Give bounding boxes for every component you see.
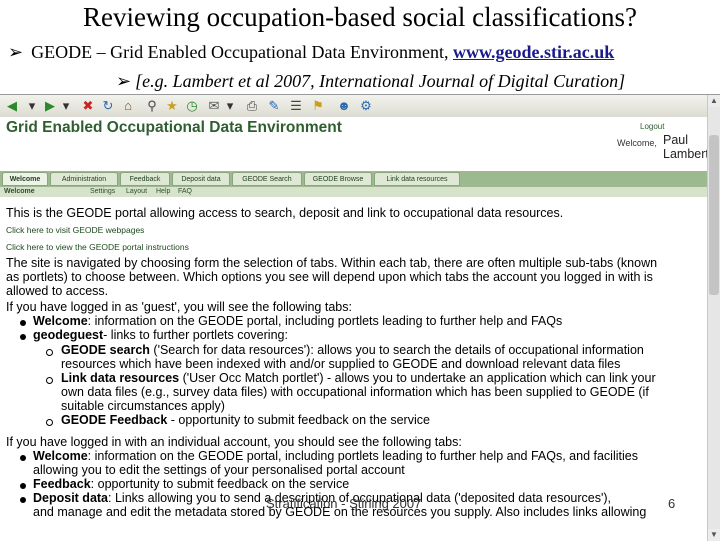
vertical-scrollbar[interactable]: ▲ ▼ [707,95,720,541]
nav-text-line3: allowed to access. [6,284,109,298]
logout-link[interactable]: Logout [640,122,664,131]
nav-text-line2: as portlets) to choose between. Which op… [6,270,653,284]
subitem-geode-feedback: GEODE Feedback - opportunity to submit f… [61,413,430,427]
bullet-icon [20,455,26,461]
tab-geode-search[interactable]: GEODE Search [232,172,302,186]
research-icon[interactable]: ⚑ [310,98,326,114]
messenger-icon[interactable]: ☻ [336,98,352,114]
item-desc: ('Search for data resources'): allows yo… [149,343,644,357]
stop-icon[interactable]: ✖ [80,98,96,114]
subitem-geode-search: GEODE search ('Search for data resources… [61,343,644,357]
item-desc: : information on the GEODE portal, inclu… [87,314,563,328]
welcome-user: Welcome, Paul Lambert [617,133,717,161]
favorites-icon[interactable]: ★ [164,98,180,114]
scroll-down-icon[interactable]: ▼ [708,529,720,541]
individual-intro: If you have logged in with an individual… [6,435,462,449]
item-desc: - links to further portlets covering: [103,328,288,342]
tools-icon[interactable]: ⚙ [358,98,374,114]
bullet-geode: ➢ GEODE – Grid Enabled Occupational Data … [8,42,614,63]
sub-bullet-icon [46,419,53,426]
discuss-icon[interactable]: ☰ [288,98,304,114]
edit-icon[interactable]: ✎ [266,98,282,114]
scroll-thumb[interactable] [709,135,719,295]
subitem-geode-search-cont: resources which have been indexed with a… [61,357,621,371]
tab-link-data-resources[interactable]: Link data resources [374,172,460,186]
dropdown-icon[interactable]: ▾ [24,98,40,114]
refresh-icon[interactable]: ↻ [100,98,116,114]
portal-title: Grid Enabled Occupational Data Environme… [6,119,342,136]
subitem-link-data-cont2: suitable circumstances apply) [61,399,225,413]
bullet-icon [20,320,26,326]
portal-tabs: Welcome Administration Feedback Deposit … [0,171,708,187]
guest-intro: If you have logged in as 'guest', you wi… [6,300,352,314]
bullet-icon [20,497,26,503]
bullet-text: GEODE – Grid Enabled Occupational Data E… [31,42,449,62]
print-icon[interactable]: ⎙ [244,98,260,114]
geode-website-link[interactable]: www.geode.stir.ac.uk [453,42,614,62]
item-label: Deposit data [33,491,109,505]
indiv-welcome-item: Welcome: information on the GEODE portal… [33,449,638,463]
subitem-link-data: Link data resources ('User Occ Match por… [61,371,656,385]
item-label: Link data resources [61,371,180,385]
item-label: GEODE search [61,343,150,357]
tab-deposit-data[interactable]: Deposit data [172,172,230,186]
welcome-prefix: Welcome, [617,138,657,148]
subtab-help[interactable]: Help [156,187,170,197]
item-desc: - opportunity to submit feedback on the … [167,413,430,427]
subitem-link-data-cont1: own data files (e.g., survey data files)… [61,385,649,399]
sub-bullet-icon [46,349,53,356]
bullet-icon [20,483,26,489]
indiv-feedback-item: Feedback: opportunity to submit feedback… [33,477,349,491]
item-desc: : information on the GEODE portal, inclu… [87,449,638,463]
dropdown-icon[interactable]: ▾ [222,98,238,114]
guest-geodeguest-item: geodeguest- links to further portlets co… [33,328,288,342]
link-geode-webpages[interactable]: Click here to visit GEODE webpages [6,223,144,237]
tab-administration[interactable]: Administration [50,172,118,186]
bullet-icon [20,334,26,340]
item-label: Welcome [33,449,88,463]
sub-bullet-icon [46,377,53,384]
mail-icon[interactable]: ✉ [206,98,222,114]
guest-welcome-item: Welcome: information on the GEODE portal… [33,314,562,328]
nav-text-line1: The site is navigated by choosing form t… [6,256,658,270]
arrow-bullet-icon: ➢ [8,42,24,62]
citation-text: [e.g. Lambert et al 2007, International … [135,71,626,91]
item-label: GEODE Feedback [61,413,168,427]
indiv-welcome-cont: allowing you to edit the settings of you… [33,463,405,477]
item-label: Welcome [33,314,88,328]
search-icon[interactable]: ⚲ [144,98,160,114]
home-icon[interactable]: ⌂ [120,98,136,114]
history-icon[interactable]: ◷ [184,98,200,114]
item-label: Feedback [33,477,91,491]
scroll-up-icon[interactable]: ▲ [708,95,720,107]
browser-screenshot: ◀ ▾ ▶ ▾ ✖ ↻ ⌂ ⚲ ★ ◷ ✉ ▾ ⎙ ✎ ☰ ⚑ ☻ ⚙ Grid… [0,94,720,541]
slide-page-number: 6 [668,496,676,511]
subtab-faq[interactable]: FAQ [178,187,192,197]
tab-feedback[interactable]: Feedback [120,172,170,186]
intro-text: This is the GEODE portal allowing access… [6,206,564,220]
subtab-settings[interactable]: Settings [90,187,115,197]
sub-bullet-citation: ➢ [e.g. Lambert et al 2007, International… [116,71,625,92]
portal-header: Grid Enabled Occupational Data Environme… [0,117,709,165]
arrow-bullet-icon: ➢ [116,71,132,91]
dropdown-icon[interactable]: ▾ [58,98,74,114]
portal-subtabs: Welcome Settings Layout Help FAQ [0,187,708,197]
item-desc: : opportunity to submit feedback on the … [90,477,350,491]
item-desc: ('User Occ Match portlet') - allows you … [179,371,656,385]
slide-title: Reviewing occupation-based social classi… [82,2,638,32]
tab-geode-browse[interactable]: GEODE Browse [304,172,372,186]
browser-toolbar: ◀ ▾ ▶ ▾ ✖ ↻ ⌂ ⚲ ★ ◷ ✉ ▾ ⎙ ✎ ☰ ⚑ ☻ ⚙ [0,95,720,118]
back-icon[interactable]: ◀ [4,98,20,114]
subtab-layout[interactable]: Layout [126,187,147,197]
tab-welcome[interactable]: Welcome [2,172,48,186]
item-label: geodeguest [33,328,104,342]
subtab-welcome[interactable]: Welcome [4,187,35,197]
slide-footer: Stratification - Stirling 2007 [266,496,422,511]
link-portal-instructions[interactable]: Click here to view the GEODE portal inst… [6,240,189,254]
forward-icon[interactable]: ▶ [42,98,58,114]
